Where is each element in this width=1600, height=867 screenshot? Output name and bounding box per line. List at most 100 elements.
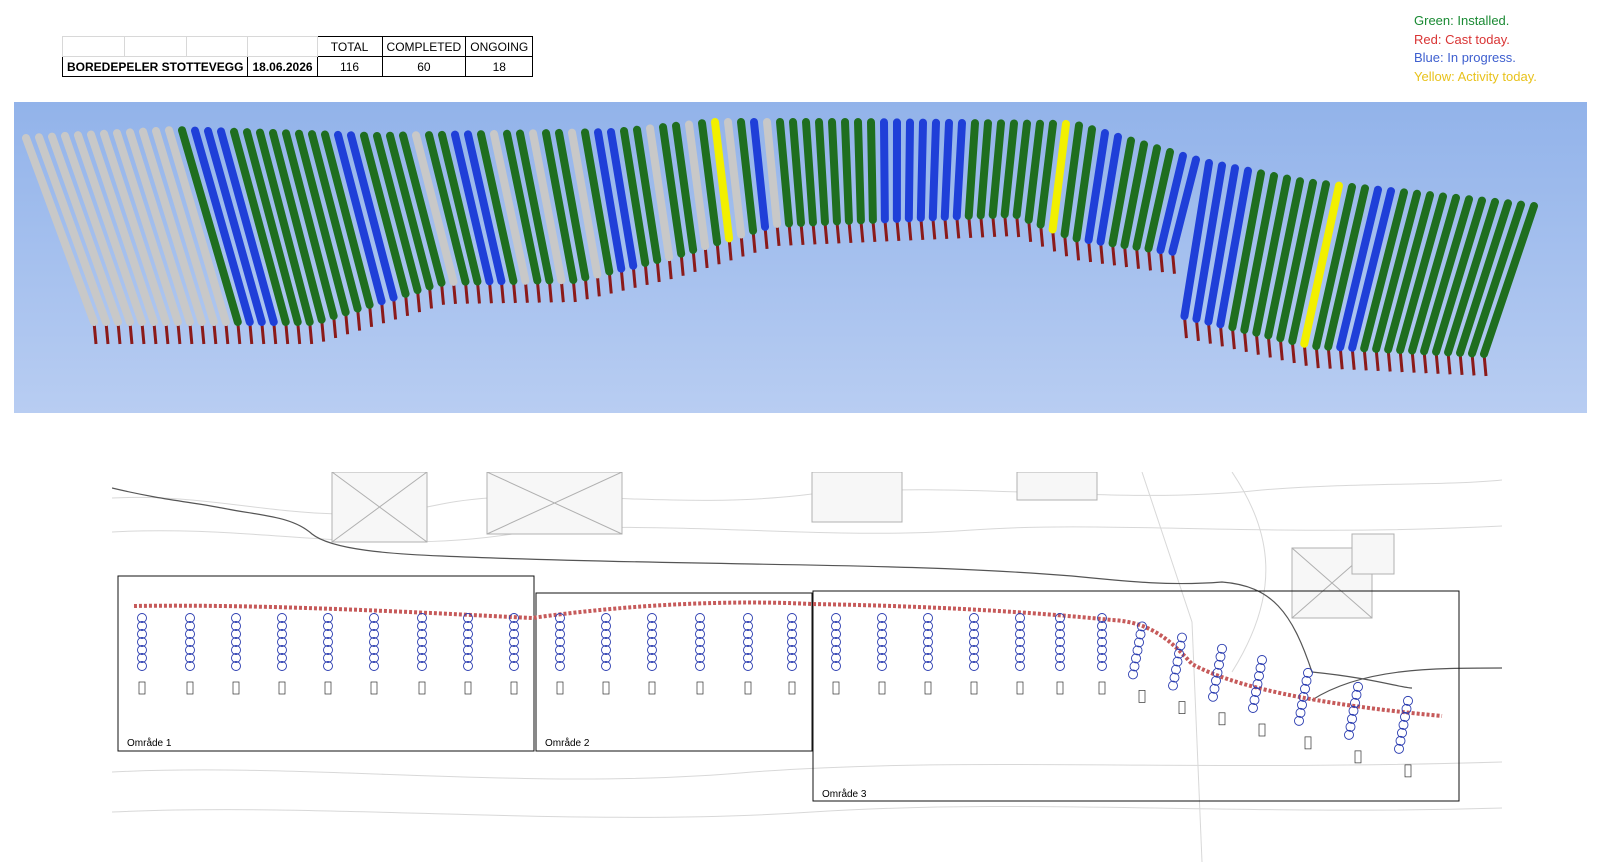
header-ongoing: ONGOING [465, 36, 534, 57]
pile-3d-view [14, 102, 1587, 413]
anchor-column [1097, 613, 1107, 695]
anchor-column [1208, 643, 1227, 726]
anchor-column [831, 613, 841, 695]
anchor-column [1055, 613, 1065, 695]
anchor-circle [1208, 691, 1218, 702]
anchor-column [1128, 621, 1147, 703]
summary-date: 18.06.2026 [247, 56, 318, 77]
pile-66 [867, 118, 877, 224]
anchor-column [231, 613, 241, 695]
anchor-tag [696, 681, 704, 695]
anchor-circle [1174, 648, 1184, 659]
anchor-circle [1134, 637, 1144, 648]
anchor-tag [744, 681, 752, 695]
anchor-column [323, 613, 333, 695]
anchor-circle [1172, 656, 1183, 667]
anchor-column [1344, 681, 1363, 764]
anchor-tag [788, 681, 796, 695]
anchor-circle [1294, 715, 1304, 726]
anchor-circle [1400, 711, 1410, 722]
anchor-circle [1214, 659, 1224, 670]
pile-67 [880, 118, 889, 224]
anchor-column [277, 613, 287, 695]
summary-header-row: TOTAL COMPLETED ONGOING [62, 36, 534, 57]
anchor-tag [1404, 764, 1412, 778]
pile-65 [854, 118, 865, 225]
area-2-label: Område 2 [545, 737, 590, 749]
anchor-circle [1217, 643, 1227, 654]
anchor-circle [1395, 735, 1406, 746]
anchor-circle [1252, 679, 1263, 689]
anchor-circle [1401, 703, 1412, 714]
plan-road [1311, 667, 1502, 701]
header-total: TOTAL [316, 36, 383, 57]
anchor-tag [1098, 681, 1106, 695]
anchor-column [743, 613, 753, 695]
anchor-column [969, 613, 979, 695]
anchor-circle [1303, 667, 1313, 678]
anchor-tag [186, 681, 194, 695]
anchor-column [695, 613, 705, 695]
anchor-tag [1016, 681, 1024, 695]
anchor-tag [324, 681, 332, 695]
plan-buildings [331, 472, 1395, 619]
anchor-circle [1300, 683, 1310, 694]
anchor-column [877, 613, 887, 695]
anchor-circle [1129, 661, 1140, 672]
pile-69 [904, 118, 914, 223]
area-3-box [812, 590, 1460, 802]
anchor-tag [1258, 723, 1266, 737]
anchor-circle [1132, 645, 1143, 656]
status-legend: Green: Installed. Red: Cast today. Blue:… [1414, 12, 1537, 86]
anchor-tag [924, 681, 932, 695]
pile-70 [916, 118, 927, 222]
anchor-circle [1351, 689, 1362, 700]
anchor-tag [370, 681, 378, 695]
anchor-tag [232, 681, 240, 695]
anchor-circle [1295, 707, 1306, 718]
anchor-circle [1168, 680, 1178, 691]
legend-in-progress: Blue: In progress. [1414, 50, 1516, 65]
anchor-tag [556, 681, 564, 695]
header-completed: COMPLETED [381, 36, 467, 57]
anchor-column [185, 613, 195, 695]
legend-installed: Green: Installed. [1414, 13, 1510, 28]
anchor-column [787, 613, 797, 695]
anchor-circle [1131, 653, 1141, 664]
anchor-column [555, 613, 565, 695]
area-2-box [535, 592, 813, 752]
anchor-tag [464, 681, 472, 695]
anchor-circle [1345, 721, 1356, 732]
anchor-circle [1297, 699, 1307, 710]
anchor-circle [1211, 675, 1221, 686]
anchor-circle [1169, 672, 1180, 683]
anchor-column [417, 613, 427, 695]
anchor-circle [1248, 703, 1258, 713]
anchor-circle [1344, 729, 1354, 740]
pile-72 [940, 118, 953, 221]
anchor-tag [138, 681, 146, 695]
plan-contour [112, 487, 1413, 689]
anchor-circle [1353, 681, 1363, 692]
pile-71 [928, 118, 940, 222]
anchor-column [1248, 655, 1267, 737]
anchor-circle [1394, 743, 1404, 754]
anchor-tag [1218, 712, 1226, 726]
completed-value: 60 [381, 56, 467, 77]
anchor-tag [648, 681, 656, 695]
anchor-tag [832, 681, 840, 695]
anchor-column [647, 613, 657, 695]
anchor-column [923, 613, 933, 695]
anchor-column [601, 613, 611, 695]
anchor-circle [1171, 664, 1181, 675]
anchor-tag [418, 681, 426, 695]
plan-background-lines [112, 472, 1502, 862]
anchor-tag [1304, 736, 1312, 750]
anchor-tag [1056, 681, 1064, 695]
anchor-circle [1215, 651, 1226, 662]
anchor-circle [1177, 632, 1187, 643]
anchor-circle [1301, 675, 1312, 686]
anchor-circle [1209, 683, 1220, 694]
anchor-tag [1354, 750, 1362, 764]
anchor-circle [1135, 629, 1146, 640]
